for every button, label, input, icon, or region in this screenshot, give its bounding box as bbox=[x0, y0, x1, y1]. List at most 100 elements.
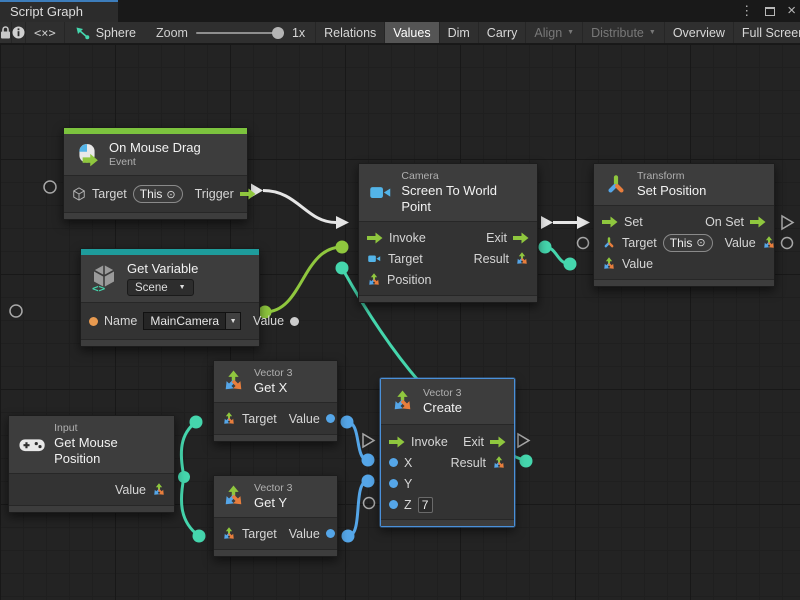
overview-button[interactable]: Overview bbox=[665, 22, 734, 43]
node-get-mouse-position[interactable]: Input Get Mouse Position Value bbox=[8, 415, 175, 513]
close-icon[interactable]: × bbox=[787, 0, 796, 22]
value-port-label: Value bbox=[289, 527, 320, 541]
flow-arrow-icon[interactable] bbox=[367, 232, 383, 244]
vector3-port-icon[interactable] bbox=[602, 257, 616, 271]
relations-button[interactable]: Relations bbox=[315, 22, 385, 43]
wire-end-create-y[interactable] bbox=[362, 475, 375, 488]
z-value-field[interactable]: 7 bbox=[418, 497, 433, 513]
vector3-port-icon[interactable] bbox=[515, 252, 529, 266]
flow-arrow-icon[interactable] bbox=[602, 216, 618, 228]
node-title: Set Position bbox=[637, 183, 706, 199]
variable-name-field[interactable]: MainCamera ▼ bbox=[143, 312, 241, 330]
wire-end-gety-value[interactable] bbox=[342, 530, 355, 543]
wire-end-create-result[interactable] bbox=[520, 455, 533, 468]
port-marker-transform-value-out[interactable] bbox=[782, 238, 793, 249]
fullscreen-button[interactable]: Full Screen bbox=[734, 22, 800, 43]
port-row-z: Z 7 bbox=[389, 494, 506, 515]
vector3-port-icon[interactable] bbox=[492, 456, 506, 470]
menu-icon[interactable]: ⋮ bbox=[740, 0, 753, 22]
flow-arrow-icon[interactable] bbox=[750, 216, 766, 228]
target-picker-icon[interactable]: ⊙ bbox=[166, 188, 175, 201]
port-marker-create-invoke[interactable] bbox=[363, 434, 374, 447]
zoom-slider[interactable] bbox=[196, 32, 284, 34]
node-title: On Mouse Drag bbox=[109, 140, 201, 156]
vector3-port-icon[interactable] bbox=[222, 527, 236, 541]
node-get-variable[interactable]: <> Get Variable Scene ▼ Name MainCamera bbox=[80, 248, 260, 347]
vector3-port-icon[interactable] bbox=[762, 236, 776, 250]
port-marker-omd-left[interactable] bbox=[44, 181, 56, 193]
chevron-down-icon: ▼ bbox=[567, 29, 574, 36]
target-self-label: This bbox=[140, 187, 163, 201]
dim-button[interactable]: Dim bbox=[440, 22, 479, 43]
value-port[interactable] bbox=[290, 317, 299, 326]
y-port[interactable] bbox=[389, 479, 398, 488]
node-set-position[interactable]: Transform Set Position Set On Set Target… bbox=[593, 163, 775, 287]
port-exit-out[interactable] bbox=[541, 216, 553, 229]
wire-end-create-x[interactable] bbox=[362, 454, 375, 467]
wire-mouse-to-gety[interactable] bbox=[181, 477, 199, 536]
target-port-label: Target bbox=[92, 187, 127, 201]
chevron-down-icon: ▼ bbox=[179, 284, 186, 291]
port-marker-create-exit[interactable] bbox=[518, 434, 529, 447]
wire-gety-to-y[interactable] bbox=[348, 481, 368, 536]
wire-end-camera-target[interactable] bbox=[336, 241, 349, 254]
port-marker-transform-target[interactable] bbox=[578, 238, 589, 249]
target-picker-icon[interactable]: ⊙ bbox=[696, 236, 705, 249]
vector3-port-icon[interactable] bbox=[152, 483, 166, 497]
target-self-pill[interactable]: This ⊙ bbox=[133, 185, 183, 203]
port-marker-create-z[interactable] bbox=[364, 498, 375, 509]
wire-end-transform-value[interactable] bbox=[564, 258, 577, 271]
info-button[interactable] bbox=[12, 22, 26, 43]
carry-button[interactable]: Carry bbox=[479, 22, 527, 43]
result-port-label: Result bbox=[474, 252, 509, 266]
graph-selector[interactable]: Sphere bbox=[65, 22, 146, 43]
value-port[interactable] bbox=[326, 529, 335, 538]
flow-arrow-icon[interactable] bbox=[513, 232, 529, 244]
invoke-port-label: Invoke bbox=[411, 435, 448, 449]
node-on-mouse-drag[interactable]: On Mouse Drag Event Target This ⊙ Trigge… bbox=[63, 127, 248, 220]
wire-end-getx-target[interactable] bbox=[190, 416, 203, 429]
zoom-slider-knob[interactable] bbox=[272, 27, 284, 39]
maximize-icon[interactable] bbox=[765, 7, 775, 16]
node-screen-to-world-point[interactable]: Camera Screen To World Point Invoke Exit… bbox=[358, 163, 538, 303]
flow-arrow-icon[interactable] bbox=[490, 436, 506, 448]
port-marker-onset-out[interactable] bbox=[782, 216, 793, 229]
wire-trigger-to-invoke[interactable] bbox=[263, 191, 336, 223]
wire-variable-to-target[interactable] bbox=[265, 247, 342, 312]
transform-port-icon[interactable] bbox=[602, 236, 616, 250]
node-get-x[interactable]: Vector 3 Get X Target Value bbox=[213, 360, 338, 442]
port-row-position: Position bbox=[367, 269, 529, 290]
wire-end-camera-result[interactable] bbox=[539, 241, 552, 254]
wire-end-getx-value[interactable] bbox=[341, 416, 354, 429]
vector3-port-icon[interactable] bbox=[367, 273, 381, 287]
variable-scope-dropdown[interactable]: Scene ▼ bbox=[127, 279, 194, 296]
node-get-y[interactable]: Vector 3 Get Y Target Value bbox=[213, 475, 338, 557]
chevron-down-icon[interactable]: ▼ bbox=[225, 312, 241, 330]
graph-canvas[interactable]: On Mouse Drag Event Target This ⊙ Trigge… bbox=[0, 44, 800, 600]
x-port[interactable] bbox=[389, 458, 398, 467]
code-view-button[interactable]: <×> bbox=[26, 22, 65, 43]
node-title: Get Y bbox=[254, 495, 293, 511]
wire-getx-to-x[interactable] bbox=[347, 422, 368, 460]
wire-end-gety-target[interactable] bbox=[193, 530, 206, 543]
name-port[interactable] bbox=[89, 317, 98, 326]
port-marker-variable-left[interactable] bbox=[10, 305, 22, 317]
wire-junction-mouse-value[interactable] bbox=[178, 471, 190, 483]
align-button[interactable]: Align ▼ bbox=[526, 22, 583, 43]
target-self-pill[interactable]: This ⊙ bbox=[663, 234, 713, 252]
wire-mouse-to-getx[interactable] bbox=[181, 422, 196, 477]
camera-port-icon[interactable] bbox=[367, 253, 382, 265]
flow-arrow-icon[interactable] bbox=[389, 436, 405, 448]
gamepad-icon bbox=[19, 436, 45, 454]
value-port[interactable] bbox=[326, 414, 335, 423]
z-port[interactable] bbox=[389, 500, 398, 509]
exit-port-label: Exit bbox=[463, 435, 484, 449]
flow-arrow-icon[interactable] bbox=[240, 188, 256, 200]
tab-script-graph[interactable]: Script Graph bbox=[0, 0, 118, 22]
vector3-port-icon[interactable] bbox=[222, 412, 236, 426]
wire-end-camera-position[interactable] bbox=[336, 262, 349, 275]
values-button[interactable]: Values bbox=[385, 22, 439, 43]
node-vector3-create[interactable]: Vector 3 Create Invoke Exit X Result bbox=[380, 378, 515, 527]
lock-button[interactable] bbox=[0, 22, 12, 43]
distribute-button[interactable]: Distribute ▼ bbox=[583, 22, 665, 43]
